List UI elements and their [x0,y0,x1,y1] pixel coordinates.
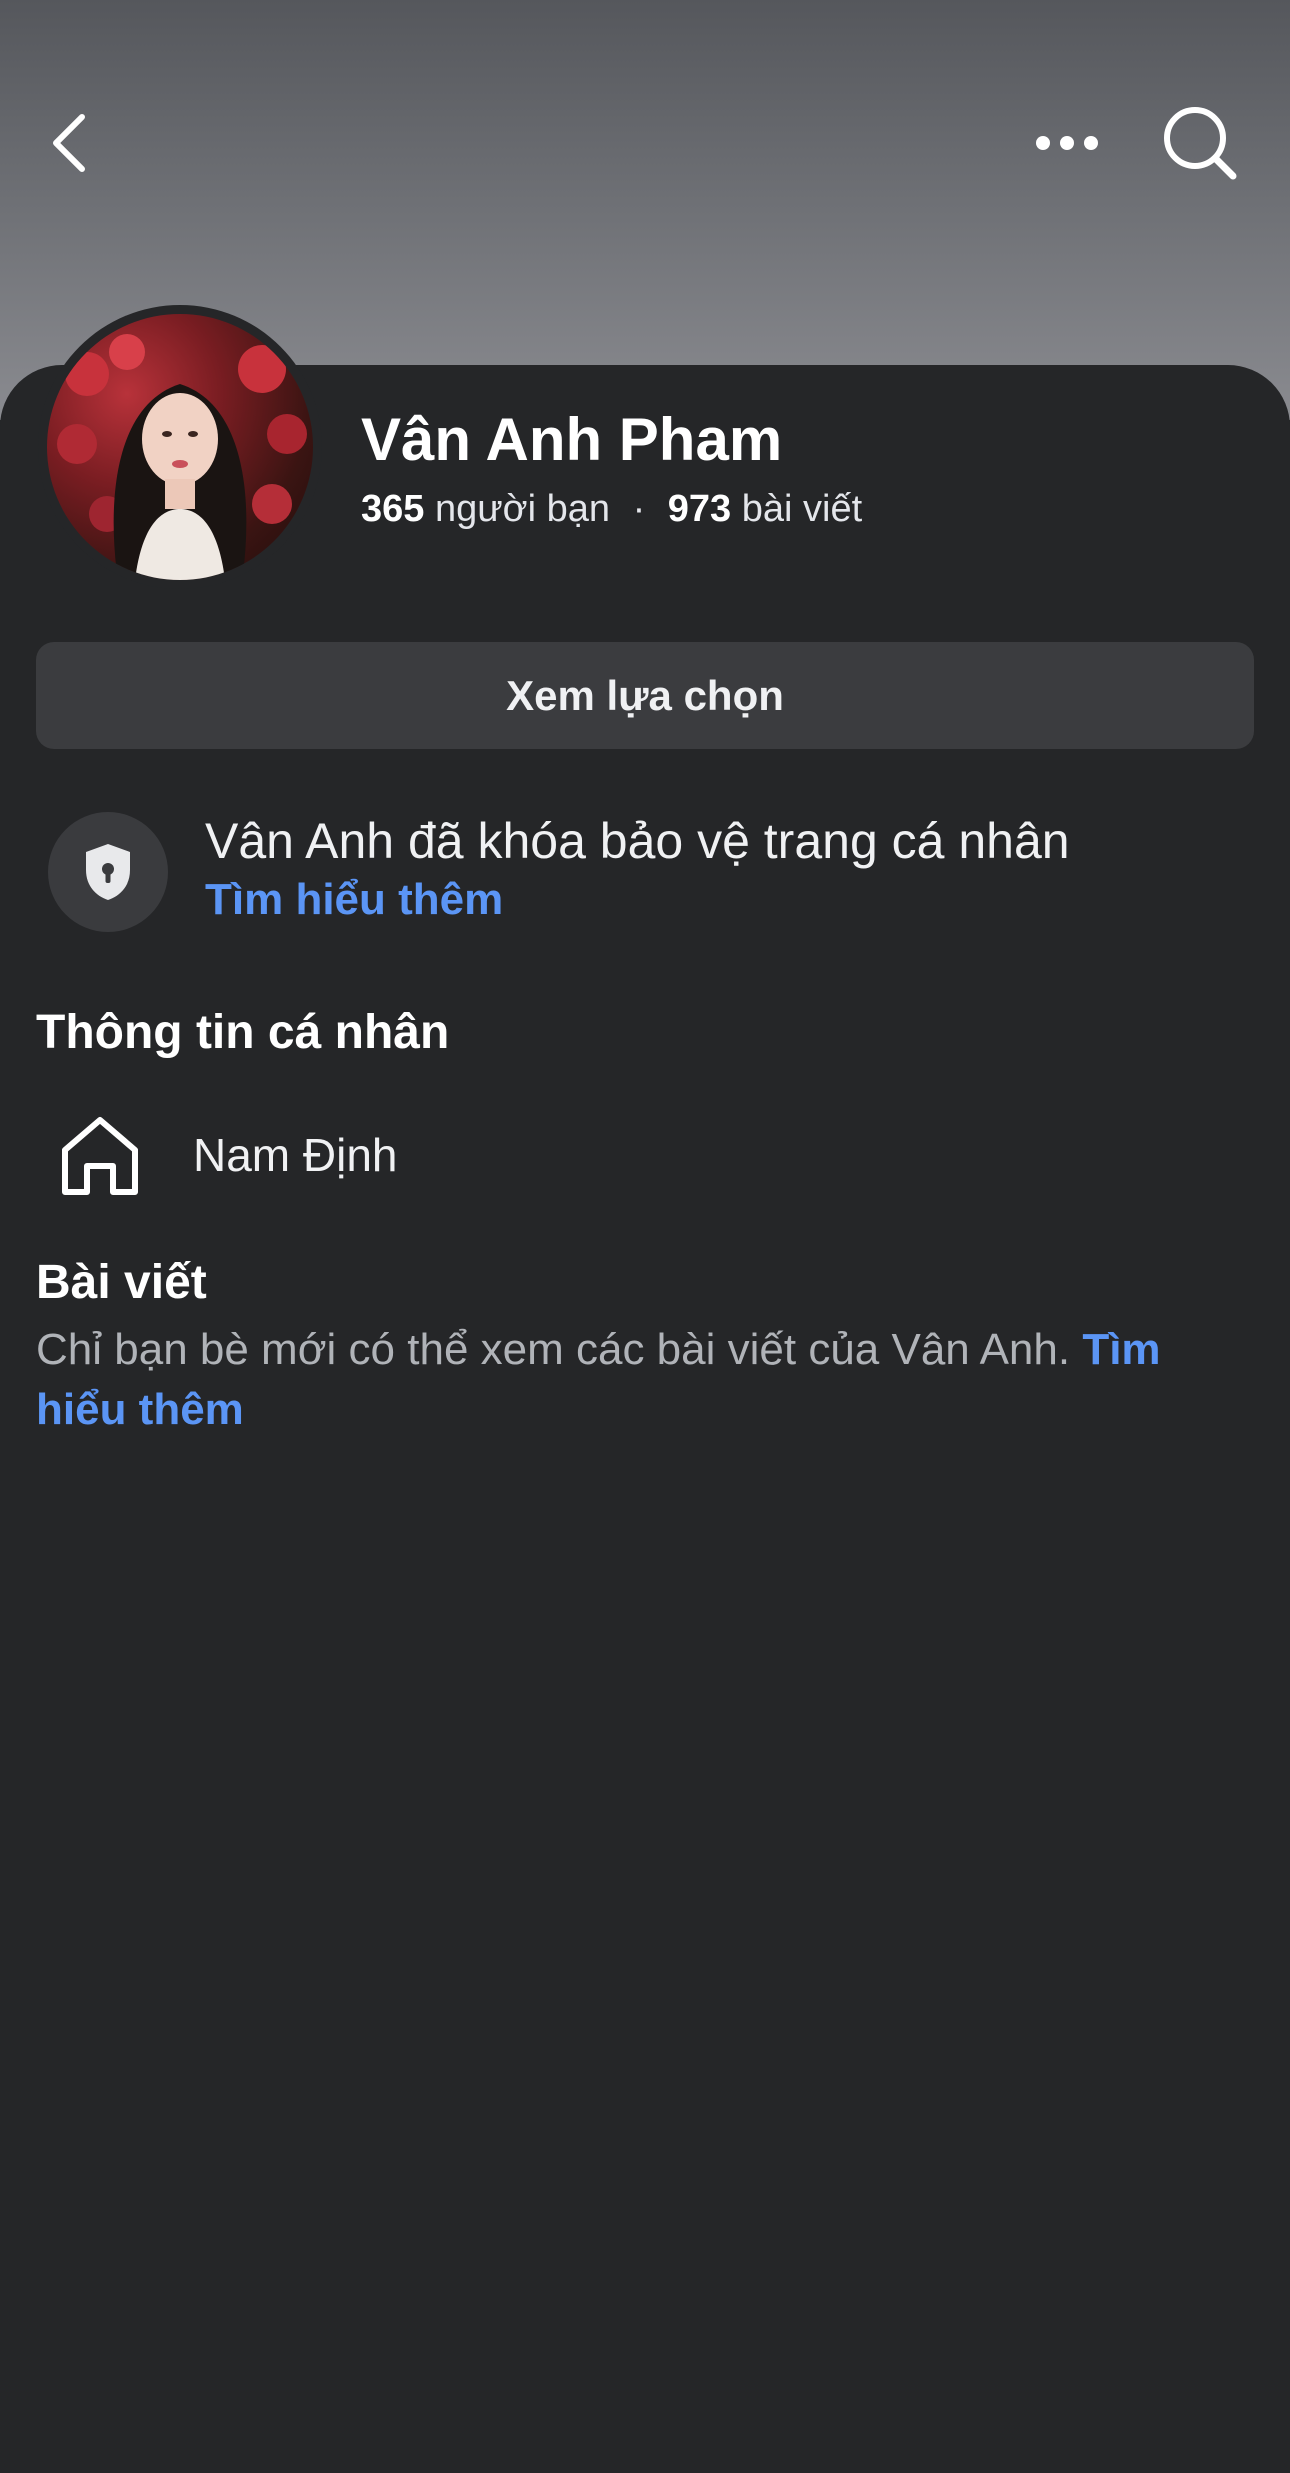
stats-separator: · [632,488,646,530]
avatar[interactable] [38,305,322,589]
friends-count[interactable]: 365 [361,488,424,530]
posts-privacy-note: Chỉ bạn bè mới có thể xem các bài viết c… [36,1320,1256,1440]
search-icon [1164,107,1237,180]
friends-label[interactable]: người bạn [435,488,610,530]
lock-notice-title: Vân Anh đã khóa bảo vệ trang cá nhân [205,813,1070,869]
posts-label: bài viết [741,488,863,530]
learn-more-link[interactable]: Tìm hiểu thêm [205,875,503,925]
chevron-left-icon [53,114,85,172]
avatar-photo [47,314,313,580]
search-button[interactable] [1155,98,1245,188]
profile-page: Vân Anh Pham 365 người bạn · 973 bài viế… [0,0,1290,2473]
personal-info-heading: Thông tin cá nhân [36,1006,450,1059]
avatar-image [57,334,307,580]
shield-lock-icon [86,844,130,900]
profile-name: Vân Anh Pham [361,406,783,473]
profile-stats: 365 người bạn · 973 bài viết [361,488,862,531]
shield-lock-badge [48,812,168,932]
hometown-text: Nam Định [193,1129,398,1181]
more-horizontal-icon [1036,136,1098,150]
back-button[interactable] [25,98,115,188]
view-options-button[interactable]: Xem lựa chọn [36,642,1254,749]
posts-note-text: Chỉ bạn bè mới có thể xem các bài viết c… [36,1325,1071,1374]
posts-count: 973 [667,488,732,530]
posts-heading: Bài viết [36,1256,207,1309]
home-icon [62,1117,138,1195]
more-button[interactable] [1022,98,1112,188]
